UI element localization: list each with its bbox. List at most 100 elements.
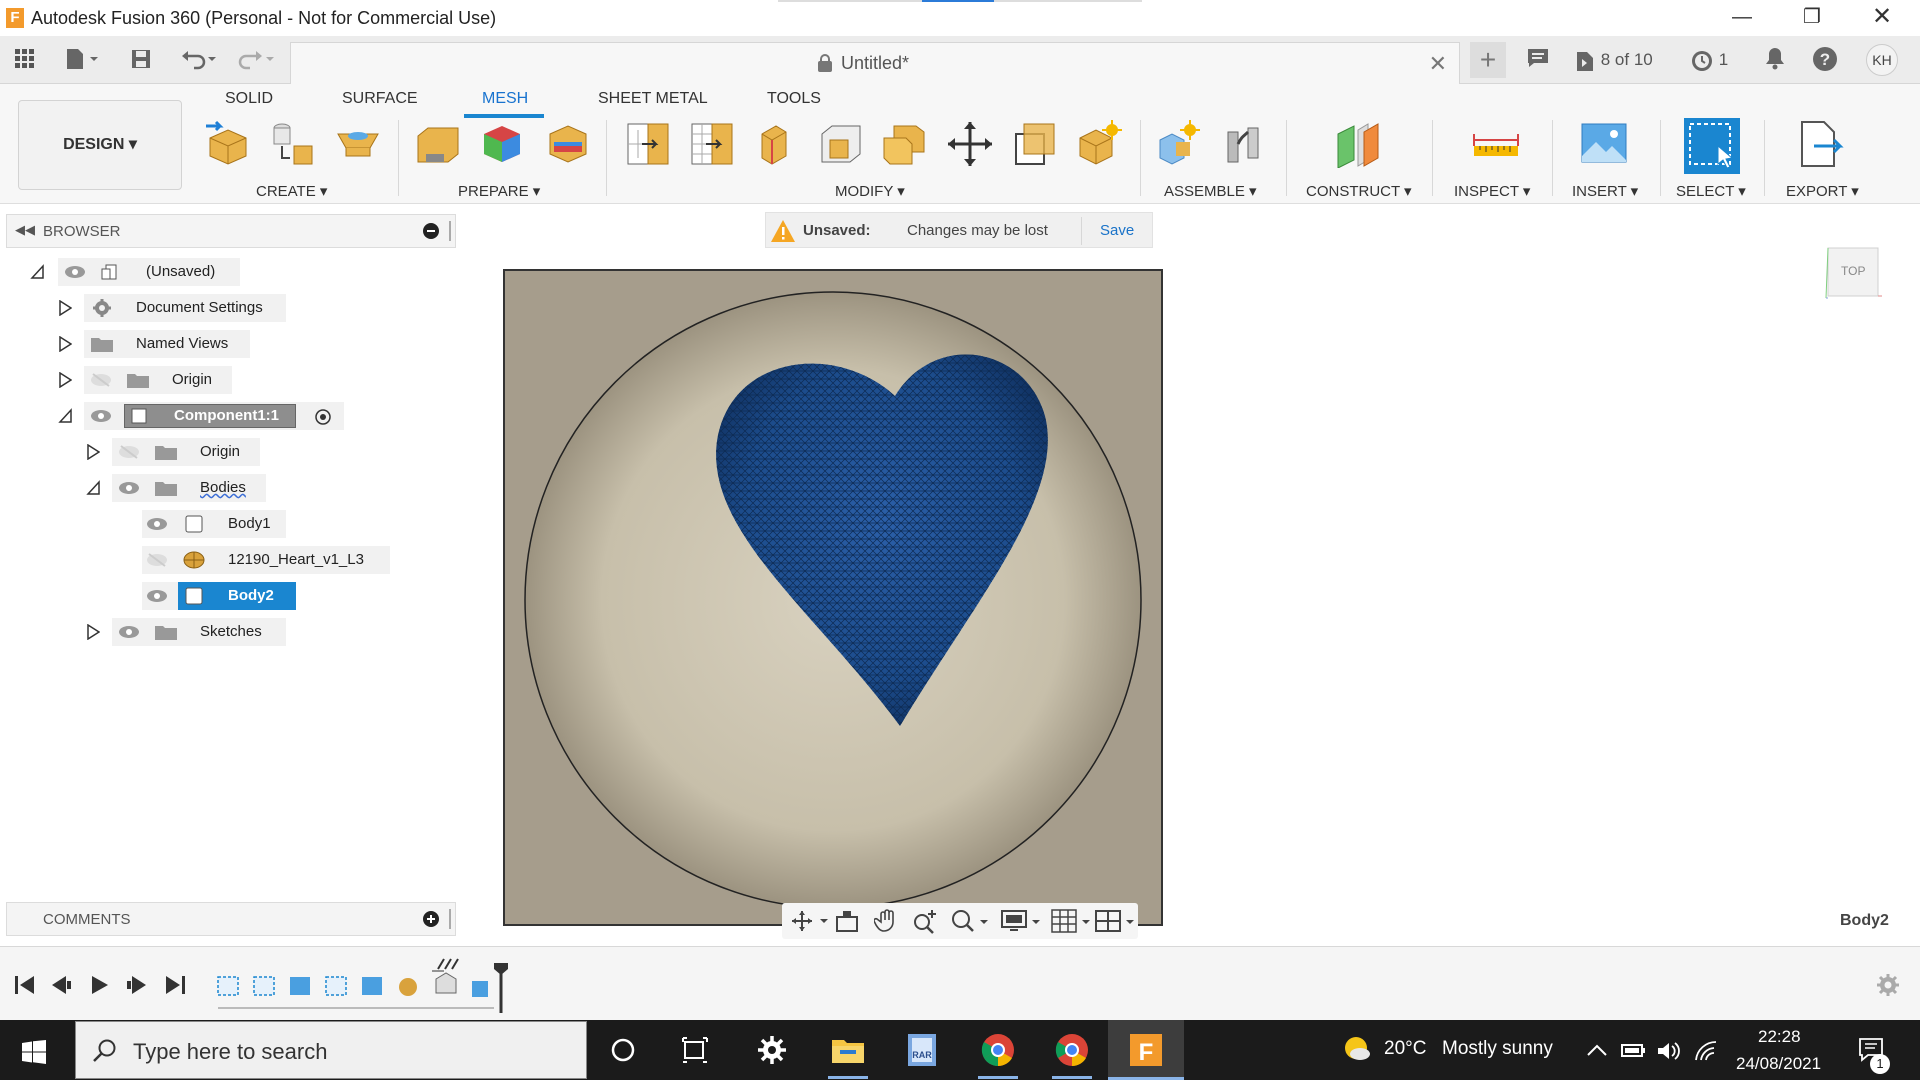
user-avatar[interactable]: KH [1866, 44, 1898, 76]
comments-icon[interactable] [1526, 46, 1550, 74]
assemble-joint-icon[interactable] [1220, 120, 1268, 168]
zoom-icon[interactable] [912, 908, 938, 934]
group-export[interactable]: EXPORT ▾ [1786, 182, 1859, 200]
prepare-generate-face-groups-icon[interactable] [478, 120, 526, 168]
tree-item-body1[interactable]: Body1 [0, 510, 300, 538]
settings-gear-icon[interactable] [752, 1030, 792, 1070]
step-back-icon[interactable] [50, 975, 72, 995]
group-assemble[interactable]: ASSEMBLE ▾ [1164, 182, 1257, 200]
minimize-button[interactable]: — [1712, 0, 1772, 36]
history-status[interactable]: 1 [1690, 46, 1728, 74]
modify-smooth-icon[interactable] [1074, 120, 1122, 168]
volume-icon[interactable] [1656, 1040, 1682, 1062]
inspect-measure-icon[interactable] [1472, 120, 1520, 168]
job-status[interactable]: 8 of 10 [1574, 46, 1653, 74]
battery-icon[interactable] [1620, 1040, 1646, 1060]
group-construct[interactable]: CONSTRUCT ▾ [1306, 182, 1412, 200]
tab-sheet-metal[interactable]: SHEET METAL [598, 90, 708, 108]
chevron-up-icon[interactable] [1586, 1042, 1608, 1058]
modify-plane-cut-icon[interactable] [752, 120, 800, 168]
3d-viewport[interactable] [503, 269, 1163, 926]
taskbar-search-box[interactable]: Type here to search [75, 1021, 587, 1079]
task-view-icon[interactable] [675, 1030, 715, 1070]
windows-start-icon[interactable] [22, 1040, 46, 1064]
document-tab[interactable]: Untitled* ✕ [290, 42, 1460, 84]
tree-item-body2[interactable]: Body2 [0, 582, 300, 610]
hidden-eye-icon[interactable] [118, 445, 140, 459]
group-prepare[interactable]: PREPARE ▾ [458, 182, 540, 200]
visibility-eye-icon[interactable] [90, 409, 112, 423]
timeline-playhead[interactable] [492, 963, 510, 1013]
play-icon[interactable] [90, 975, 110, 995]
add-comment-icon[interactable] [423, 911, 439, 927]
timeline-settings-gear-icon[interactable] [1876, 973, 1900, 997]
visibility-eye-icon[interactable] [64, 265, 86, 279]
group-inspect[interactable]: INSPECT ▾ [1454, 182, 1530, 200]
group-select[interactable]: SELECT ▾ [1676, 182, 1746, 200]
modify-move-icon[interactable] [946, 120, 994, 168]
collapsed-triangle-icon[interactable] [86, 624, 100, 640]
notifications-bell-icon[interactable] [1764, 46, 1786, 74]
timeline-features[interactable] [214, 969, 514, 1009]
assemble-new-component-icon[interactable] [1154, 120, 1202, 168]
weather-text[interactable]: Mostly sunny [1442, 1038, 1553, 1060]
chrome-icon[interactable] [978, 1030, 1018, 1070]
collapsed-triangle-icon[interactable] [86, 444, 100, 460]
visibility-eye-icon[interactable] [146, 517, 168, 531]
orbit-icon[interactable] [790, 909, 830, 933]
tab-solid[interactable]: SOLID [225, 90, 273, 108]
close-tab-icon[interactable]: ✕ [1429, 51, 1447, 77]
workspace-switcher[interactable]: DESIGN ▾ [18, 100, 182, 190]
display-settings-icon[interactable] [1000, 908, 1044, 934]
tree-item-sketches[interactable]: Sketches [0, 618, 300, 646]
go-to-end-icon[interactable] [164, 975, 186, 995]
hidden-eye-icon[interactable] [146, 553, 168, 567]
visibility-eye-icon[interactable] [118, 625, 140, 639]
cortana-icon[interactable] [603, 1030, 643, 1070]
undo-icon[interactable] [178, 48, 222, 72]
tree-item-root[interactable]: (Unsaved) [0, 258, 300, 286]
chrome-profile-icon[interactable] [1052, 1030, 1092, 1070]
collapsed-triangle-icon[interactable] [58, 336, 72, 352]
panel-grip[interactable] [449, 909, 451, 929]
expanded-triangle-icon[interactable] [86, 480, 100, 496]
tab-surface[interactable]: SURFACE [342, 90, 418, 108]
viewports-icon[interactable] [1094, 908, 1138, 934]
pan-hand-icon[interactable] [874, 908, 900, 934]
tree-item-origin[interactable]: Origin [0, 366, 300, 394]
wifi-icon[interactable] [1694, 1040, 1718, 1062]
file-menu-icon[interactable] [62, 48, 102, 72]
weather-sun-icon[interactable] [1342, 1034, 1372, 1064]
tree-item-component-origin[interactable]: Origin [0, 438, 300, 466]
group-insert[interactable]: INSERT ▾ [1572, 182, 1638, 200]
construct-offset-plane-icon[interactable] [1334, 120, 1382, 168]
create-face-group-icon[interactable] [334, 120, 382, 168]
help-icon[interactable]: ? [1812, 46, 1838, 74]
group-create[interactable]: CREATE ▾ [256, 182, 327, 200]
clock-date[interactable]: 24/08/2021 [1736, 1054, 1821, 1074]
file-explorer-icon[interactable] [828, 1030, 868, 1070]
collapse-panel-icon[interactable]: ◀◀ [15, 222, 35, 238]
browser-collapse-icon[interactable] [423, 223, 439, 239]
winrar-icon[interactable]: RAR [902, 1030, 942, 1070]
visibility-eye-icon[interactable] [146, 589, 168, 603]
prepare-combine-face-groups-icon[interactable] [544, 120, 592, 168]
look-at-icon[interactable] [834, 909, 860, 933]
modify-scale-icon[interactable] [1010, 120, 1058, 168]
prepare-repair-icon[interactable] [412, 120, 460, 168]
tab-mesh[interactable]: MESH [482, 90, 528, 108]
redo-icon[interactable] [236, 48, 280, 72]
tree-item-bodies[interactable]: Bodies [0, 474, 300, 502]
tab-tools[interactable]: TOOLS [767, 90, 821, 108]
clock-time[interactable]: 22:28 [1758, 1027, 1801, 1047]
modify-reduce-icon[interactable] [688, 120, 736, 168]
canvas-scene[interactable] [505, 271, 1161, 924]
create-form-icon[interactable] [204, 120, 252, 168]
group-modify[interactable]: MODIFY ▾ [835, 182, 905, 200]
collapsed-triangle-icon[interactable] [58, 372, 72, 388]
expanded-triangle-icon[interactable] [58, 408, 72, 424]
save-icon[interactable] [128, 48, 154, 72]
comments-panel-header[interactable]: COMMENTS [6, 902, 456, 936]
modify-shell-icon[interactable] [816, 120, 864, 168]
restore-button[interactable]: ❐ [1782, 0, 1842, 36]
